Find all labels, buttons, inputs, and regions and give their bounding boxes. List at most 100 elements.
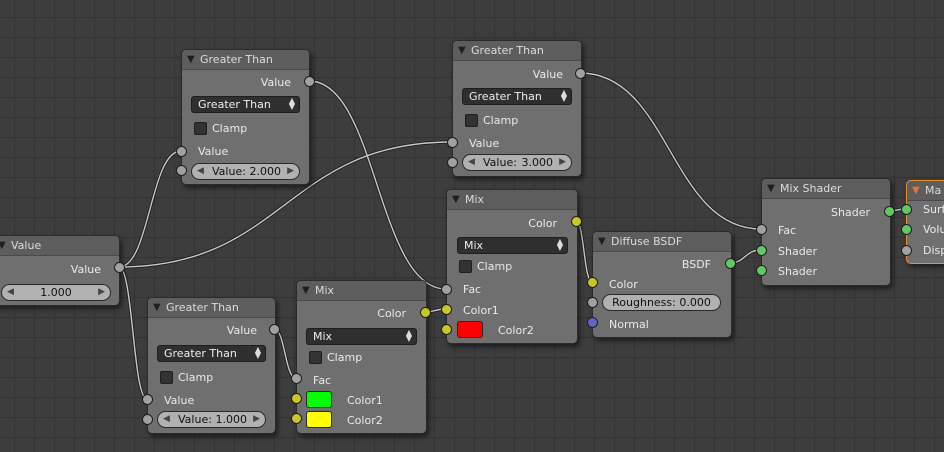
mix-node-2[interactable]: ▼ Mix Color Mix ▲ ▼ Clamp Fac Color1 Colo… xyxy=(446,189,578,344)
diffuse-normal-socket[interactable] xyxy=(587,317,598,328)
increment-arrow-icon[interactable]: ▶ xyxy=(559,155,566,170)
node-header[interactable]: ▼ Greater Than xyxy=(453,41,581,61)
greater-than-node-3[interactable]: ▼ Greater Than Value Greater Than ▲ ▼ Cla… xyxy=(147,297,276,434)
gt3-in-socket-1[interactable] xyxy=(142,394,153,405)
collapse-triangle-icon[interactable]: ▼ xyxy=(0,240,6,251)
collapse-triangle-icon[interactable]: ▼ xyxy=(187,54,195,65)
value-field[interactable]: ◀ Value: 1.000 ▶ xyxy=(157,411,266,428)
gt1-in-socket-2[interactable] xyxy=(176,165,187,176)
shader2-label: Shader xyxy=(778,265,817,278)
displacement-label: Disp xyxy=(923,244,944,257)
decrement-arrow-icon[interactable]: ◀ xyxy=(197,164,204,179)
gt1-in-socket-1[interactable] xyxy=(176,146,187,157)
gt3-in-socket-2[interactable] xyxy=(142,414,153,425)
mix1-color2-socket[interactable] xyxy=(291,413,302,424)
gt2-in-socket-2[interactable] xyxy=(447,157,458,168)
shader1-label: Shader xyxy=(778,245,817,258)
node-header[interactable]: ▼ Greater Than xyxy=(148,298,275,318)
gt3-out-socket[interactable] xyxy=(269,324,280,335)
gt2-in-socket-1[interactable] xyxy=(447,137,458,148)
increment-arrow-icon[interactable]: ▶ xyxy=(287,164,294,179)
operation-dropdown[interactable]: Greater Than ▲ ▼ xyxy=(157,345,266,362)
mix-shader-node[interactable]: ▼ Mix Shader Shader Fac Shader Shader xyxy=(761,178,891,286)
fac-label: Fac xyxy=(463,283,482,296)
collapse-triangle-icon[interactable]: ▼ xyxy=(912,185,920,196)
collapse-triangle-icon[interactable]: ▼ xyxy=(767,183,775,194)
decrement-arrow-icon[interactable]: ◀ xyxy=(163,412,170,427)
mixshader-out-socket[interactable] xyxy=(884,206,895,217)
mix2-fac-socket[interactable] xyxy=(441,284,452,295)
increment-arrow-icon[interactable]: ▶ xyxy=(253,412,260,427)
output-label: BSDF xyxy=(681,258,711,271)
roughness-slider[interactable]: Roughness: 0.000 xyxy=(602,294,721,311)
mix-node-1[interactable]: ▼ Mix Color Mix ▲ ▼ Clamp Fac Color1 Colo… xyxy=(296,280,427,434)
output-volume-socket[interactable] xyxy=(901,224,912,235)
link-gt1-to-mix2-fac xyxy=(308,79,447,291)
node-header[interactable]: ▼ Ma xyxy=(907,181,944,201)
decrement-arrow-icon[interactable]: ◀ xyxy=(468,155,475,170)
color2-swatch[interactable] xyxy=(306,411,332,428)
link-value-to-gt3 xyxy=(118,265,148,401)
diffuse-roughness-socket[interactable] xyxy=(587,297,598,308)
node-title: Mix Shader xyxy=(780,182,842,195)
value-field[interactable]: ◀ Value: 3.000 ▶ xyxy=(462,154,572,171)
output-displacement-socket[interactable] xyxy=(901,245,912,256)
value-node[interactable]: ▼ Value Value ◀ 1.000 ▶ xyxy=(0,235,120,306)
color1-swatch[interactable] xyxy=(306,391,332,408)
gt2-out-socket[interactable] xyxy=(575,68,586,79)
collapse-triangle-icon[interactable]: ▼ xyxy=(302,285,310,296)
mix2-out-socket[interactable] xyxy=(571,216,582,227)
color1-label: Color1 xyxy=(463,304,499,317)
output-surface-socket[interactable] xyxy=(901,204,912,215)
node-title: Diffuse BSDF xyxy=(611,235,683,248)
greater-than-node-2[interactable]: ▼ Greater Than Value Greater Than ▲ ▼ Cla… xyxy=(452,40,582,177)
mix2-color2-socket[interactable] xyxy=(441,324,452,335)
mixshader-shader2-socket[interactable] xyxy=(756,265,767,276)
link-gt2-to-mixshader-fac xyxy=(579,71,762,231)
node-header[interactable]: ▼ Greater Than xyxy=(182,50,309,70)
node-header[interactable]: ▼ Mix xyxy=(447,190,577,210)
clamp-checkbox[interactable] xyxy=(160,371,173,384)
mix1-out-socket[interactable] xyxy=(420,307,431,318)
link-mix2-to-diffuse-color xyxy=(574,219,594,284)
clamp-checkbox[interactable] xyxy=(465,114,478,127)
mix2-color1-socket[interactable] xyxy=(441,304,452,315)
blend-mode-dropdown[interactable]: Mix ▲ ▼ xyxy=(457,237,568,254)
value-field[interactable]: ◀ 1.000 ▶ xyxy=(1,284,111,301)
input-label: Value xyxy=(198,145,229,158)
updown-arrows-icon: ▲ ▼ xyxy=(254,345,261,360)
clamp-checkbox[interactable] xyxy=(459,260,472,273)
link-value-to-gt1 xyxy=(118,149,182,269)
collapse-triangle-icon[interactable]: ▼ xyxy=(598,236,606,247)
increment-arrow-icon[interactable]: ▶ xyxy=(98,285,105,300)
mix1-fac-socket[interactable] xyxy=(291,373,302,384)
volume-label: Volu xyxy=(923,223,944,236)
node-header[interactable]: ▼ Value xyxy=(0,236,119,256)
greater-than-node-1[interactable]: ▼ Greater Than Value Greater Than ▲ ▼ Cla… xyxy=(181,49,310,185)
diffuse-color-socket[interactable] xyxy=(587,277,598,288)
mixshader-shader1-socket[interactable] xyxy=(756,245,767,256)
diffuse-bsdf-node[interactable]: ▼ Diffuse BSDF BSDF Color Roughness: 0.0… xyxy=(592,231,732,338)
value-out-socket[interactable] xyxy=(114,262,125,273)
diffuse-bsdf-out-socket[interactable] xyxy=(725,258,736,269)
color2-label: Color2 xyxy=(347,414,383,427)
node-header[interactable]: ▼ Mix Shader xyxy=(762,179,890,199)
collapse-triangle-icon[interactable]: ▼ xyxy=(458,45,466,56)
clamp-checkbox[interactable] xyxy=(194,122,207,135)
value-field[interactable]: ◀ Value: 2.000 ▶ xyxy=(191,163,300,180)
mix1-color1-socket[interactable] xyxy=(291,393,302,404)
collapse-triangle-icon[interactable]: ▼ xyxy=(452,194,460,205)
mixshader-fac-socket[interactable] xyxy=(756,224,767,235)
blend-mode-dropdown[interactable]: Mix ▲ ▼ xyxy=(306,328,417,345)
node-header[interactable]: ▼ Mix xyxy=(297,281,426,301)
link-gt3-to-mix1-fac xyxy=(273,327,297,380)
gt1-out-socket[interactable] xyxy=(304,76,315,87)
collapse-triangle-icon[interactable]: ▼ xyxy=(153,302,161,313)
clamp-checkbox[interactable] xyxy=(309,351,322,364)
node-header[interactable]: ▼ Diffuse BSDF xyxy=(593,232,731,252)
operation-dropdown[interactable]: Greater Than ▲ ▼ xyxy=(191,96,300,113)
output-label: Color xyxy=(377,307,406,320)
color2-swatch[interactable] xyxy=(457,321,483,338)
node-title: Ma xyxy=(925,184,942,197)
operation-dropdown[interactable]: Greater Than ▲ ▼ xyxy=(462,88,572,105)
